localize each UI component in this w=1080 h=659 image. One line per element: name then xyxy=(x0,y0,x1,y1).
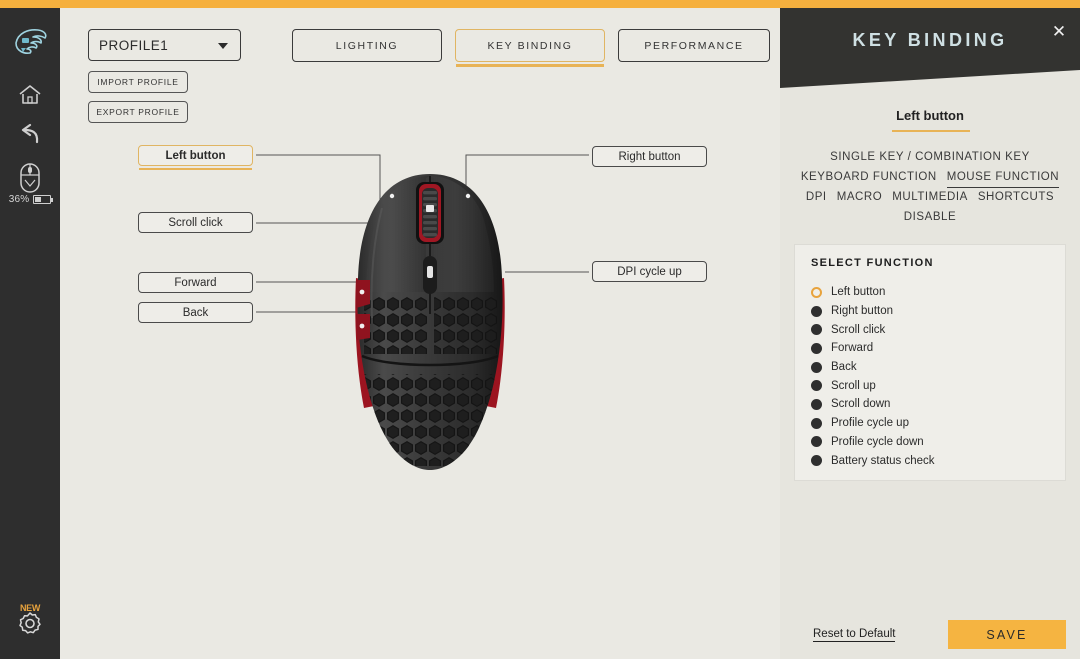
tab-performance[interactable]: PERFORMANCE xyxy=(618,29,770,62)
function-option-label: Profile cycle up xyxy=(831,417,909,430)
battery-status: 36% xyxy=(0,194,60,205)
function-option-list: Left button Right button Scroll click Forwa… xyxy=(811,283,1055,470)
callout-dpi-cycle-up[interactable]: DPI cycle up xyxy=(592,261,707,282)
new-badge: NEW xyxy=(19,603,41,613)
callout-back[interactable]: Back xyxy=(138,302,253,323)
select-function-title: SELECT FUNCTION xyxy=(811,257,934,269)
function-option-label: Battery status check xyxy=(831,454,935,467)
radio-icon[interactable] xyxy=(811,361,822,373)
sidebar-item-settings[interactable]: NEW xyxy=(0,603,60,641)
top-accent-bar xyxy=(0,0,1080,8)
function-option-label: Forward xyxy=(831,342,874,355)
callout-right-button[interactable]: Right button xyxy=(592,146,707,167)
tab-bar: LIGHTING KEY BINDING PERFORMANCE xyxy=(60,29,780,69)
mode-multimedia[interactable]: MULTIMEDIA xyxy=(892,188,968,208)
function-option[interactable]: Forward xyxy=(811,339,1055,358)
reset-to-default-link[interactable]: Reset to Default xyxy=(813,628,896,642)
radio-icon[interactable] xyxy=(811,417,822,429)
radio-icon[interactable] xyxy=(811,380,822,392)
radio-icon[interactable] xyxy=(811,324,822,336)
close-icon[interactable]: ✕ xyxy=(1048,20,1070,42)
key-binding-panel: KEY BINDING ✕ Left button SINGLE KEY / C… xyxy=(780,8,1080,659)
radio-icon[interactable] xyxy=(811,305,822,317)
mouse-device-icon xyxy=(20,163,40,193)
mode-list: SINGLE KEY / COMBINATION KEY KEYBOARD FU… xyxy=(788,148,1072,227)
sidebar-item-home[interactable] xyxy=(0,74,60,116)
callout-forward[interactable]: Forward xyxy=(138,272,253,293)
panel-title: KEY BINDING xyxy=(852,30,1008,50)
function-option-label: Scroll down xyxy=(831,398,891,411)
export-profile-button[interactable]: EXPORT PROFILE xyxy=(88,101,188,123)
battery-percent-label: 36% xyxy=(8,194,30,205)
glorious-logo-icon[interactable] xyxy=(0,20,60,64)
mode-shortcuts[interactable]: SHORTCUTS xyxy=(978,188,1054,208)
radio-icon[interactable] xyxy=(811,342,822,354)
binding-target-label: Left button xyxy=(896,108,964,123)
tab-key-binding[interactable]: KEY BINDING xyxy=(455,29,605,67)
function-option-label: Back xyxy=(831,361,857,374)
radio-icon[interactable] xyxy=(811,436,822,448)
function-option[interactable]: Scroll up xyxy=(811,376,1055,395)
function-option[interactable]: Right button xyxy=(811,302,1055,321)
home-icon xyxy=(19,85,41,104)
mode-mouse-function[interactable]: MOUSE FUNCTION xyxy=(946,168,1060,188)
radio-icon[interactable] xyxy=(811,398,822,410)
function-option[interactable]: Scroll click xyxy=(811,320,1055,339)
save-button[interactable]: SAVE xyxy=(948,620,1066,649)
function-option[interactable]: Scroll down xyxy=(811,395,1055,414)
mode-disable[interactable]: DISABLE xyxy=(904,208,956,228)
function-option-label: Right button xyxy=(831,305,894,318)
sidebar-item-device[interactable] xyxy=(0,158,60,198)
select-function-box: SELECT FUNCTION Left button Right button S… xyxy=(794,244,1066,481)
mode-macro[interactable]: MACRO xyxy=(837,188,883,208)
main-content: PROFILE1 IMPORT PROFILE EXPORT PROFILE L… xyxy=(60,8,780,659)
callout-scroll-click[interactable]: Scroll click xyxy=(138,212,253,233)
back-arrow-icon xyxy=(21,123,39,144)
function-option[interactable]: Profile cycle up xyxy=(811,414,1055,433)
battery-icon xyxy=(33,195,54,204)
sidebar-item-back[interactable] xyxy=(0,114,60,156)
function-option-label: Scroll up xyxy=(831,379,876,392)
mode-single-key[interactable]: SINGLE KEY / COMBINATION KEY xyxy=(830,148,1030,168)
tab-lighting[interactable]: LIGHTING xyxy=(292,29,442,62)
binding-target-underline xyxy=(892,130,970,132)
gear-icon xyxy=(19,612,41,634)
import-profile-button[interactable]: IMPORT PROFILE xyxy=(88,71,188,93)
function-option-label: Left button xyxy=(831,286,886,299)
function-option[interactable]: Battery status check xyxy=(811,451,1055,470)
function-option-label: Scroll click xyxy=(831,323,886,336)
mouse-illustration xyxy=(330,168,530,478)
mode-keyboard-function[interactable]: KEYBOARD FUNCTION xyxy=(801,168,937,188)
function-option[interactable]: Left button xyxy=(811,283,1055,302)
radio-selected-icon[interactable] xyxy=(811,286,822,298)
app-root: 36% NEW PROFILE1 IMPORT PROFILE EXPORT P… xyxy=(0,0,1080,659)
function-option[interactable]: Back xyxy=(811,358,1055,377)
function-option-label: Profile cycle down xyxy=(831,435,924,448)
sidebar: 36% NEW xyxy=(0,8,60,659)
radio-icon[interactable] xyxy=(811,455,822,467)
callout-left-button[interactable]: Left button xyxy=(138,145,253,170)
mode-dpi[interactable]: DPI xyxy=(806,188,827,208)
function-option[interactable]: Profile cycle down xyxy=(811,433,1055,452)
